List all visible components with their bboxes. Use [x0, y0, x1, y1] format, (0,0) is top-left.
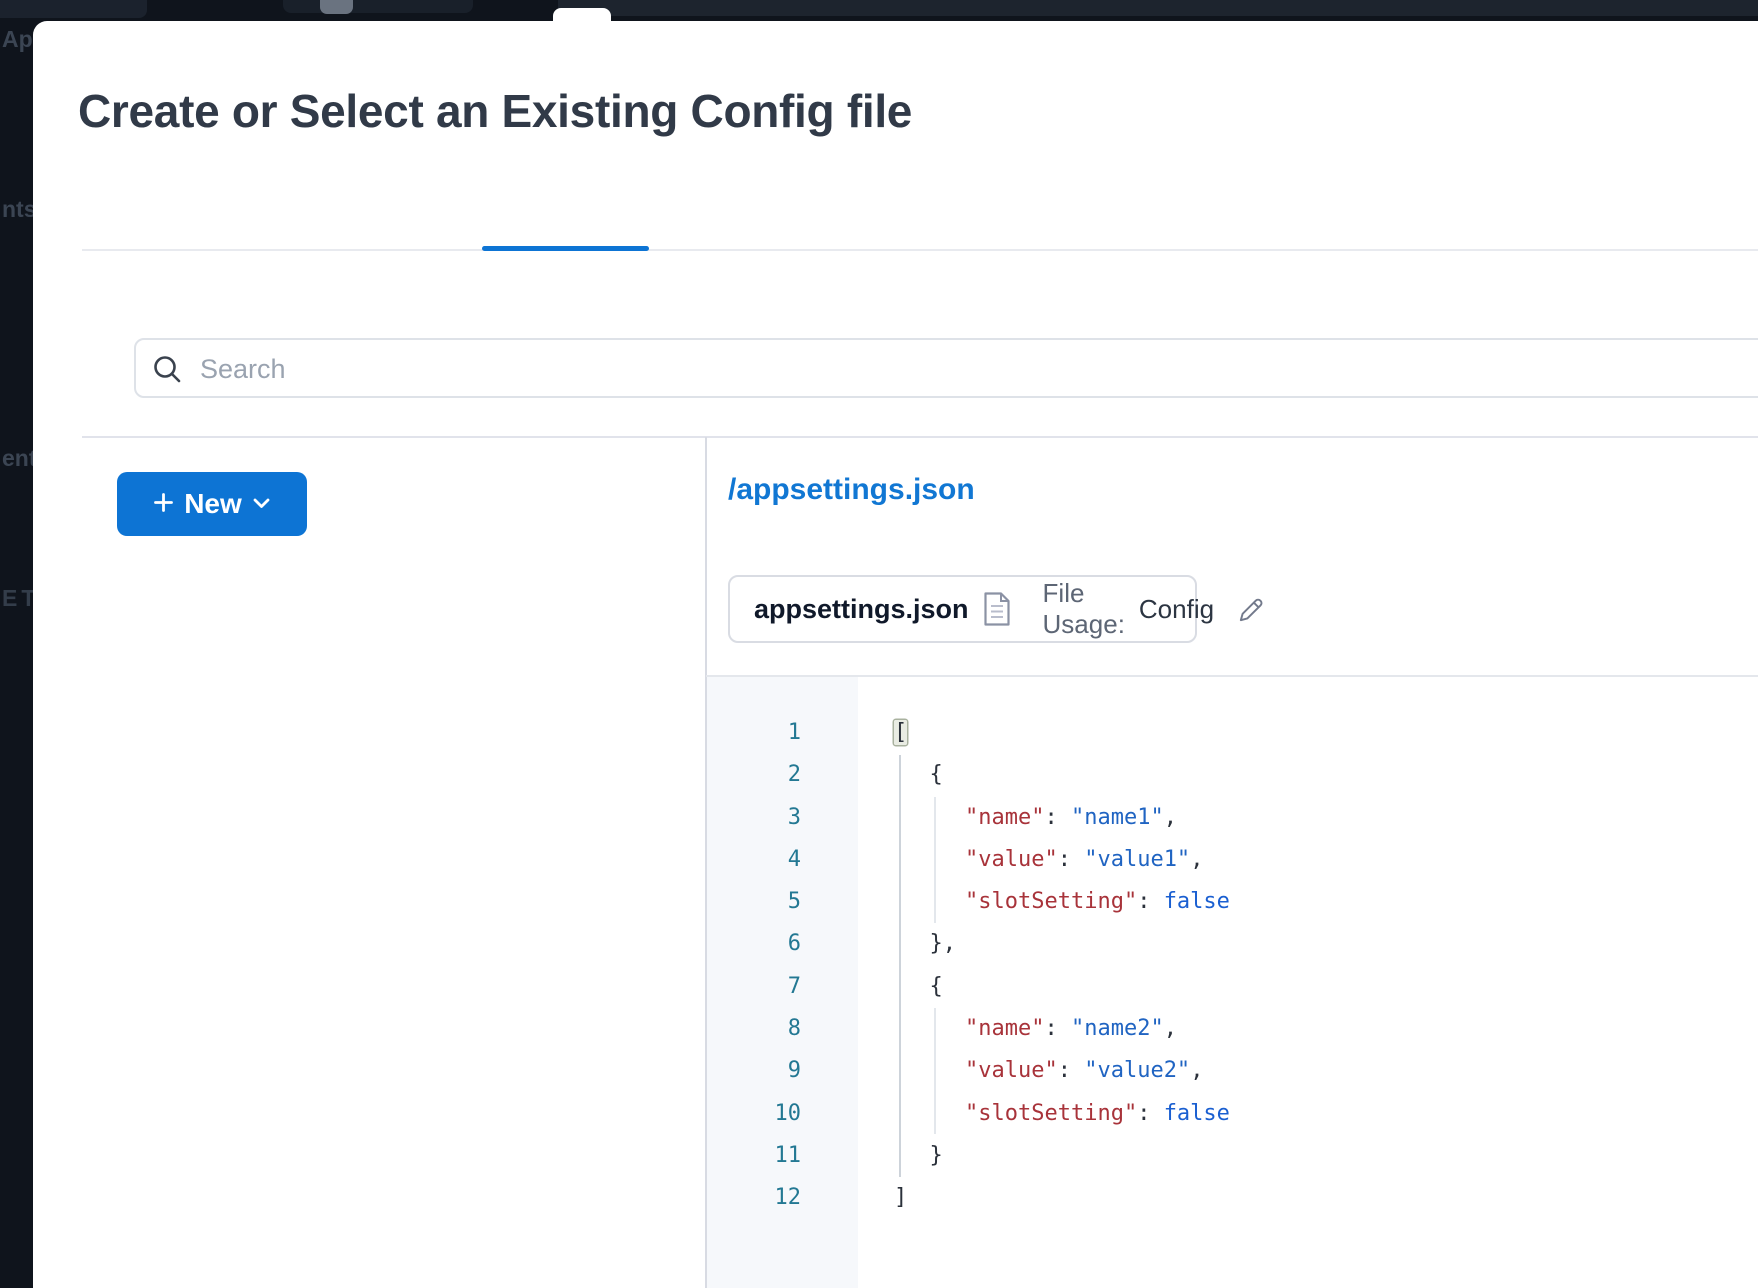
file-name: appsettings.json [754, 594, 969, 625]
backdrop-header-block [0, 0, 147, 18]
new-button[interactable]: New [117, 472, 307, 536]
code-line: 6}, [706, 923, 1758, 965]
file-usage-label: File Usage: [1043, 578, 1125, 640]
line-number: 9 [706, 1050, 801, 1092]
screen: Api nts ents ETI Create or Select an Exi… [0, 0, 1758, 1288]
code-text: "name": "name1", [894, 797, 1177, 839]
chevron-down-icon [253, 497, 270, 512]
code-line: 11} [706, 1135, 1758, 1177]
code-text: }, [894, 923, 956, 965]
code-text: "value": "value1", [894, 839, 1203, 881]
line-number: 11 [706, 1135, 801, 1177]
code-line: 1[ [706, 712, 1758, 754]
code-line: 4 "value": "value1", [706, 839, 1758, 881]
code-text: { [894, 754, 943, 796]
backdrop-sidebar-text: nts [2, 196, 37, 223]
backdrop-header-block [283, 0, 473, 13]
code-line: 12] [706, 1177, 1758, 1219]
line-number: 10 [706, 1093, 801, 1135]
plus-icon [154, 493, 173, 515]
search-box[interactable] [134, 338, 1758, 398]
new-button-label: New [184, 488, 242, 520]
code-line: 2{ [706, 754, 1758, 796]
code-text: [ [894, 712, 907, 754]
code-line: 10 "slotSetting": false [706, 1093, 1758, 1135]
line-number: 6 [706, 923, 801, 965]
line-number: 1 [706, 712, 801, 754]
edit-pencil-icon[interactable] [1236, 594, 1267, 625]
search-input[interactable] [198, 342, 1758, 396]
line-number: 8 [706, 1008, 801, 1050]
page-title: Create or Select an Existing Config file [78, 84, 912, 138]
code-line: 7{ [706, 966, 1758, 1008]
file-path-link[interactable]: /appsettings.json [728, 473, 975, 507]
code-text: "slotSetting": false [894, 881, 1230, 923]
file-usage-value: Config [1139, 594, 1214, 625]
search-icon [151, 353, 184, 391]
tab-bar-border [82, 249, 1758, 251]
code-editor[interactable]: 1[2{3"name": "name1",4"value": "value1",… [706, 712, 1758, 1220]
code-line: 9 "value": "value2", [706, 1050, 1758, 1092]
line-number: 7 [706, 966, 801, 1008]
document-icon [983, 592, 1011, 626]
line-number: 3 [706, 797, 801, 839]
backdrop-button-fragment [320, 0, 353, 14]
code-text: "value": "value2", [894, 1050, 1203, 1092]
line-number: 2 [706, 754, 801, 796]
code-text: "slotSetting": false [894, 1093, 1230, 1135]
code-text: ] [894, 1177, 907, 1219]
backdrop-header-block [558, 0, 1758, 16]
code-line: 5 "slotSetting": false [706, 881, 1758, 923]
code-text: { [894, 966, 943, 1008]
code-line: 3 "name": "name1", [706, 797, 1758, 839]
code-text: "name": "name2", [894, 1008, 1177, 1050]
code-text: } [894, 1135, 943, 1177]
active-tab-underline [482, 246, 649, 251]
line-number: 4 [706, 839, 801, 881]
file-info-bar: appsettings.json File Usage: Config [728, 575, 1197, 643]
toolbar-divider [82, 436, 1758, 438]
line-number: 5 [706, 881, 801, 923]
code-line: 8 "name": "name2", [706, 1008, 1758, 1050]
code-panel-divider [706, 675, 1758, 677]
line-number: 12 [706, 1177, 801, 1219]
